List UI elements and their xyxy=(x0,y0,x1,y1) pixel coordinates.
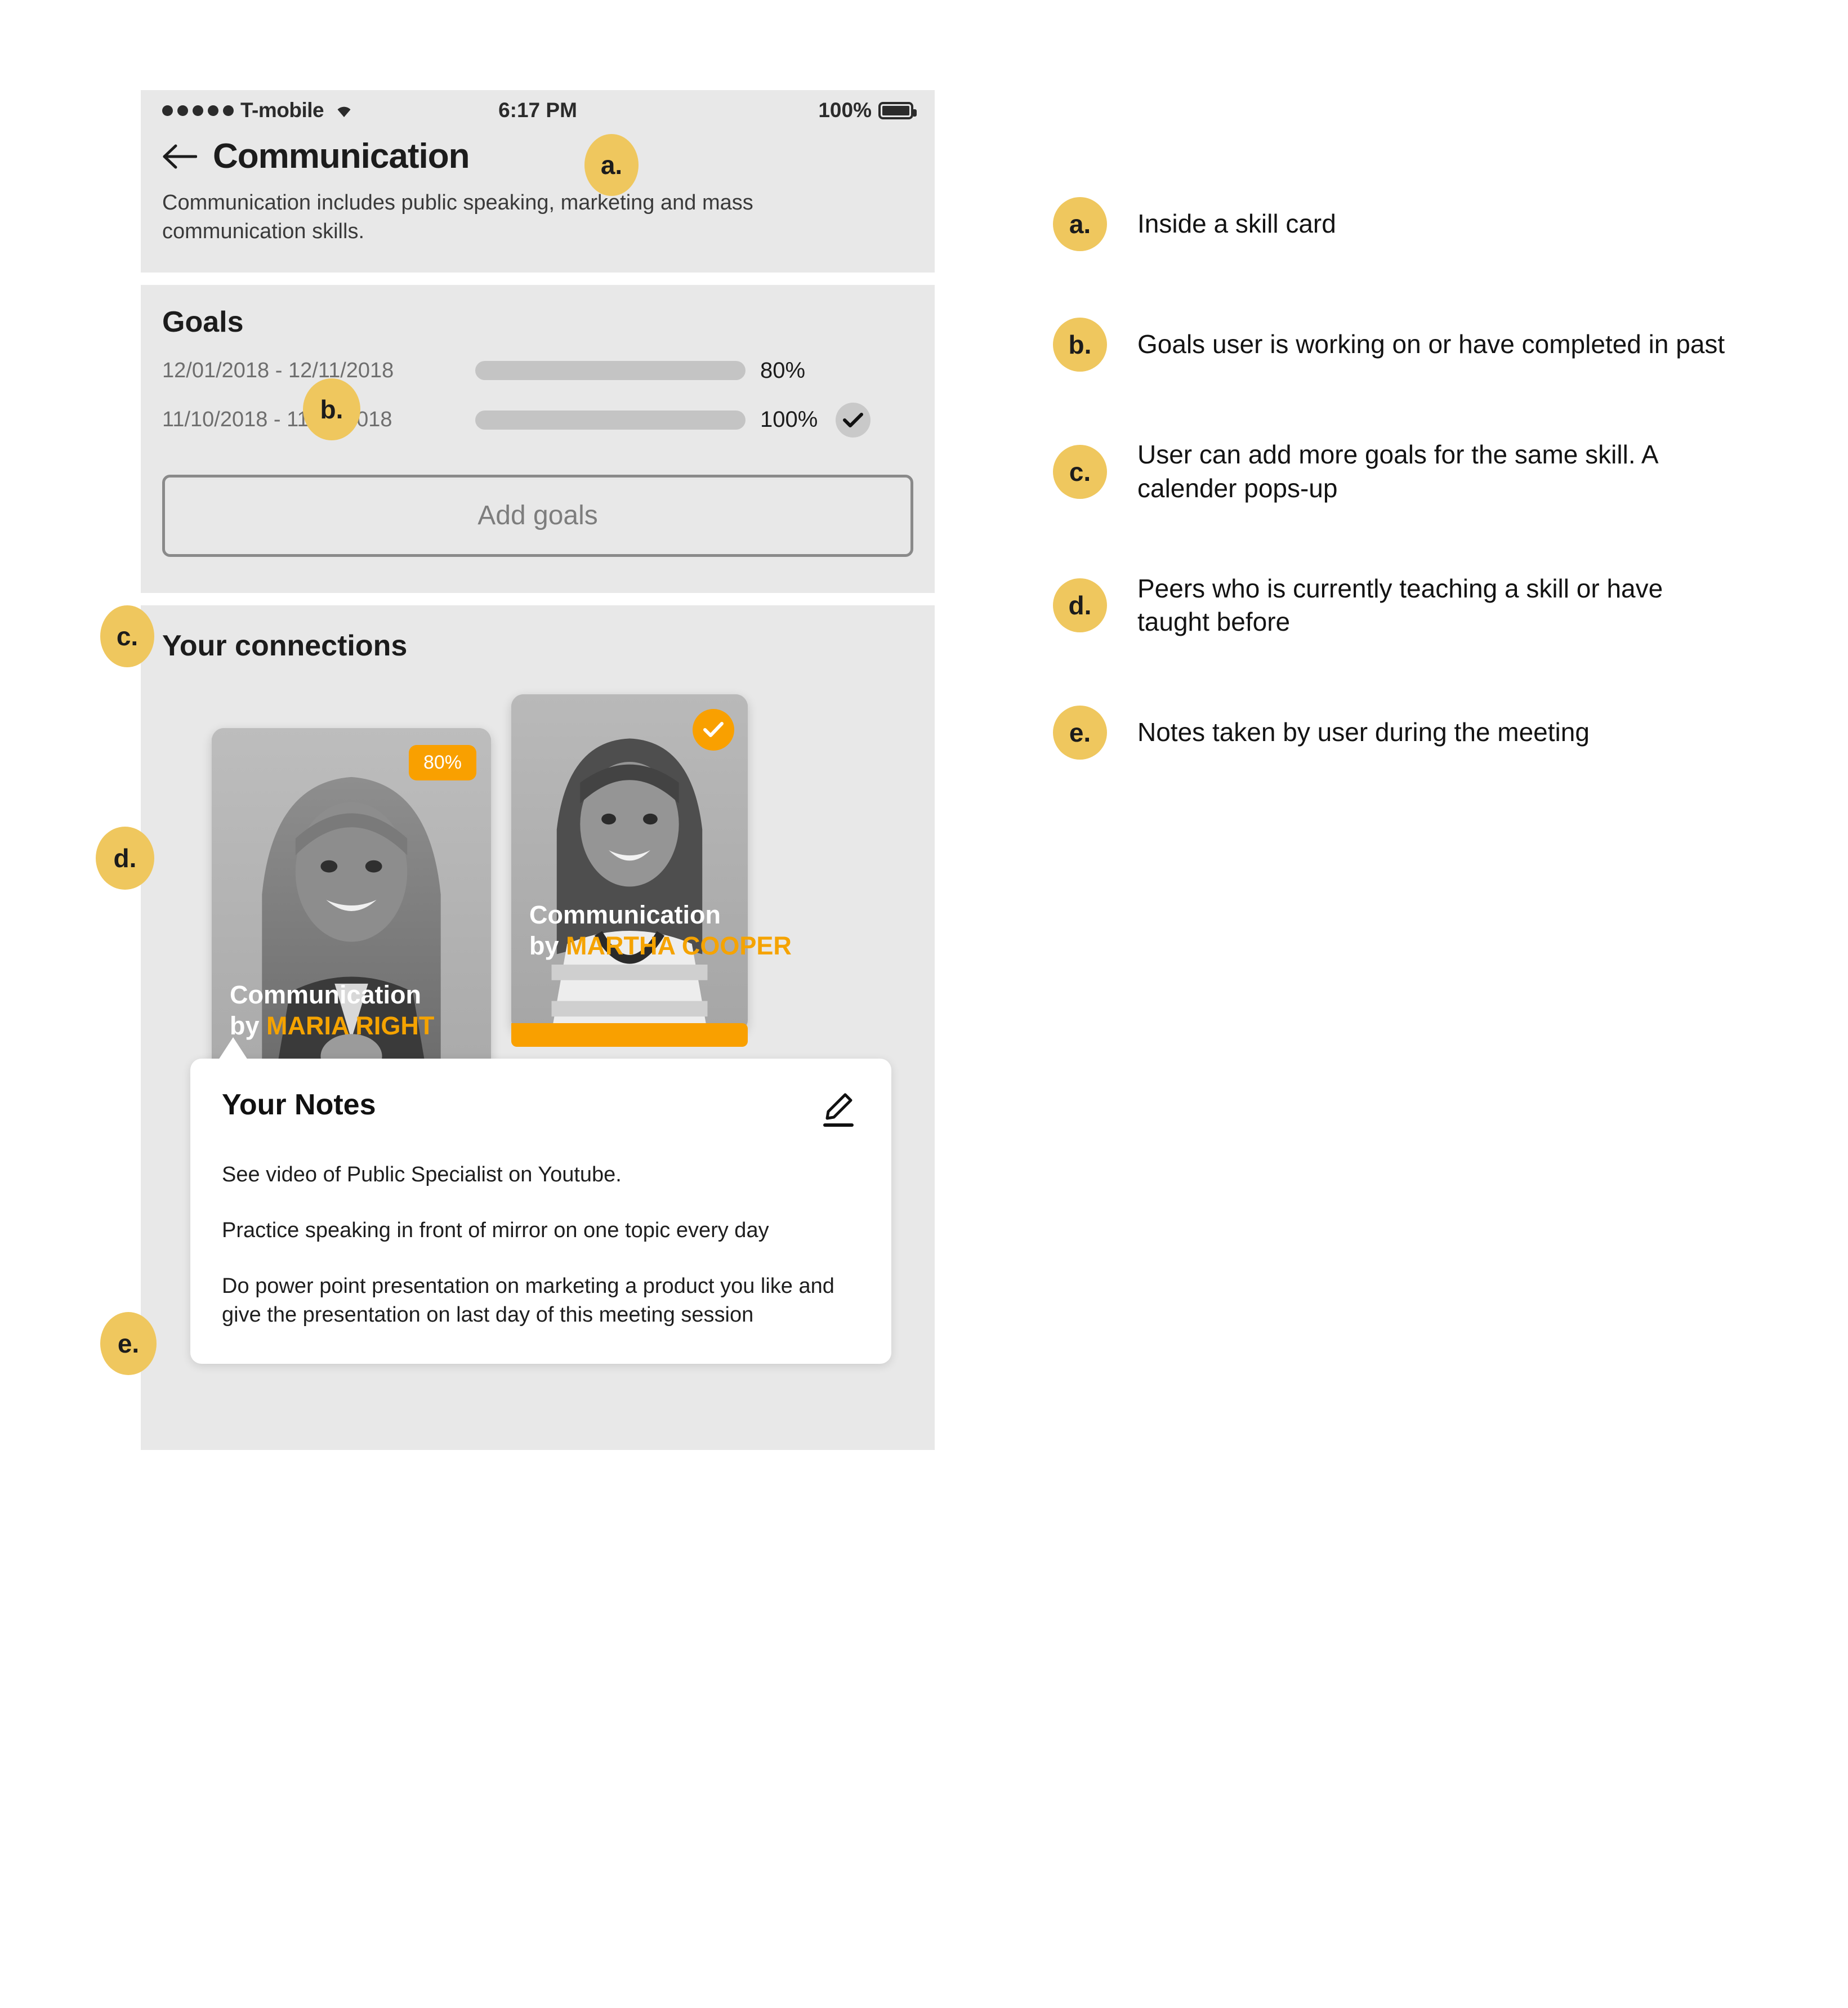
card-caption: Communication by MARTHA COOPER xyxy=(529,900,792,961)
card-caption: Communication by MARIA RIGHT xyxy=(230,981,477,1040)
page-title: Communication xyxy=(213,137,470,176)
card-percent-badge: 80% xyxy=(408,744,476,780)
add-goals-button[interactable]: Add goals xyxy=(162,474,913,557)
legend-text: Goals user is working on or have complet… xyxy=(1137,329,1725,359)
carrier-label: T-mobile xyxy=(240,99,324,122)
callout-bubble-d: d. xyxy=(96,827,154,890)
callout-bubble-a: a. xyxy=(584,134,639,196)
note-paragraph: Do power point presentation on marketing… xyxy=(222,1274,834,1327)
card-by-prefix: by xyxy=(529,931,566,961)
legend-badge: a. xyxy=(1053,197,1107,251)
legend-text: User can add more goals for the same ski… xyxy=(1137,440,1657,503)
goal-row[interactable]: 12/01/2018 - 12/11/2018 80% xyxy=(162,358,913,383)
legend-text: Notes taken by user during the meeting xyxy=(1137,717,1590,747)
goal-percent-label: 80% xyxy=(760,358,806,383)
card-by-prefix: by xyxy=(230,1011,267,1041)
callout-bubble-e: e. xyxy=(100,1312,157,1375)
panel-divider xyxy=(141,592,935,605)
check-icon xyxy=(836,402,871,438)
battery-full-icon xyxy=(878,101,917,119)
status-bar-left: T-mobile xyxy=(162,99,355,122)
legend-text: Peers who is currently teaching a skill … xyxy=(1137,573,1663,637)
signal-strength-icon xyxy=(162,105,234,116)
notes-header: Your Notes xyxy=(222,1088,860,1134)
skill-description: Communication includes public speaking, … xyxy=(162,191,753,244)
notes-title: Your Notes xyxy=(222,1088,376,1121)
legend-item: e. Notes taken by user during the meetin… xyxy=(1053,706,1729,760)
legend-item: b. Goals user is working on or have comp… xyxy=(1053,318,1729,372)
check-circle-icon xyxy=(693,708,734,751)
card-skill-label: Communication xyxy=(230,980,422,1009)
callout-bubble-b: b. xyxy=(303,378,360,440)
legend-badge: b. xyxy=(1053,318,1107,372)
goal-date-range: 12/01/2018 - 12/11/2018 xyxy=(162,358,394,382)
goals-panel: Goals 12/01/2018 - 12/11/2018 80% 11/10/… xyxy=(141,284,935,593)
legend-item: a. Inside a skill card xyxy=(1053,197,1729,251)
title-row: Communication xyxy=(162,136,913,176)
notes-card: Your Notes See video of Public Specialis… xyxy=(190,1037,891,1364)
header-panel: T-mobile 6:17 PM 100% Communication Comm… xyxy=(141,90,935,273)
status-bar: T-mobile 6:17 PM 100% xyxy=(141,90,935,131)
wifi-icon xyxy=(333,100,355,121)
legend-item: d. Peers who is currently teaching a ski… xyxy=(1053,572,1729,640)
page-header: Communication Communication includes pub… xyxy=(141,131,935,273)
card-teacher-name: MARTHA COOPER xyxy=(566,931,792,961)
connections-panel: Your connections 80% Communication by MA… xyxy=(141,605,935,1450)
note-paragraph: Practice speaking in front of mirror on … xyxy=(222,1218,769,1242)
connections-title: Your connections xyxy=(162,629,408,662)
goals-header: Goals xyxy=(162,305,913,339)
callout-bubble-c: c. xyxy=(100,605,154,667)
connection-card-list: 80% Communication by MARIA RIGHT Communi… xyxy=(162,694,913,1104)
card-teacher-line: by MARIA RIGHT xyxy=(230,1012,477,1040)
legend-text: Inside a skill card xyxy=(1137,209,1336,239)
card-teacher-name: MARIA RIGHT xyxy=(266,1011,435,1041)
battery-percent-label: 100% xyxy=(818,99,872,122)
legend-badge: c. xyxy=(1053,444,1107,499)
legend-item: c. User can add more goals for the same … xyxy=(1053,438,1729,506)
goals-title: Goals xyxy=(162,305,244,338)
phone-mockup: T-mobile 6:17 PM 100% Communication Comm… xyxy=(141,90,935,1450)
connection-card[interactable]: Communication by MARTHA COOPER xyxy=(511,694,792,1047)
back-arrow-icon[interactable] xyxy=(162,144,198,169)
pencil-edit-icon[interactable] xyxy=(817,1088,860,1134)
connection-card[interactable]: 80% Communication by MARIA RIGHT xyxy=(212,728,491,1104)
card-progress-bar xyxy=(511,1023,748,1047)
legend: a. Inside a skill card b. Goals user is … xyxy=(1053,197,1729,826)
goal-percent-label: 100% xyxy=(760,407,818,432)
card-skill-label: Communication xyxy=(529,900,721,929)
card-teacher-line: by MARTHA COOPER xyxy=(529,931,792,961)
note-paragraph: See video of Public Specialist on Youtub… xyxy=(222,1162,622,1186)
goal-row[interactable]: 11/10/2018 - 11/17/2018 100% xyxy=(162,402,913,438)
legend-badge: d. xyxy=(1053,578,1107,633)
status-bar-right: 100% xyxy=(818,99,917,122)
goal-progress-track xyxy=(475,361,746,381)
panel-divider xyxy=(141,272,935,285)
legend-badge: e. xyxy=(1053,706,1107,760)
goal-progress-track xyxy=(475,410,746,430)
